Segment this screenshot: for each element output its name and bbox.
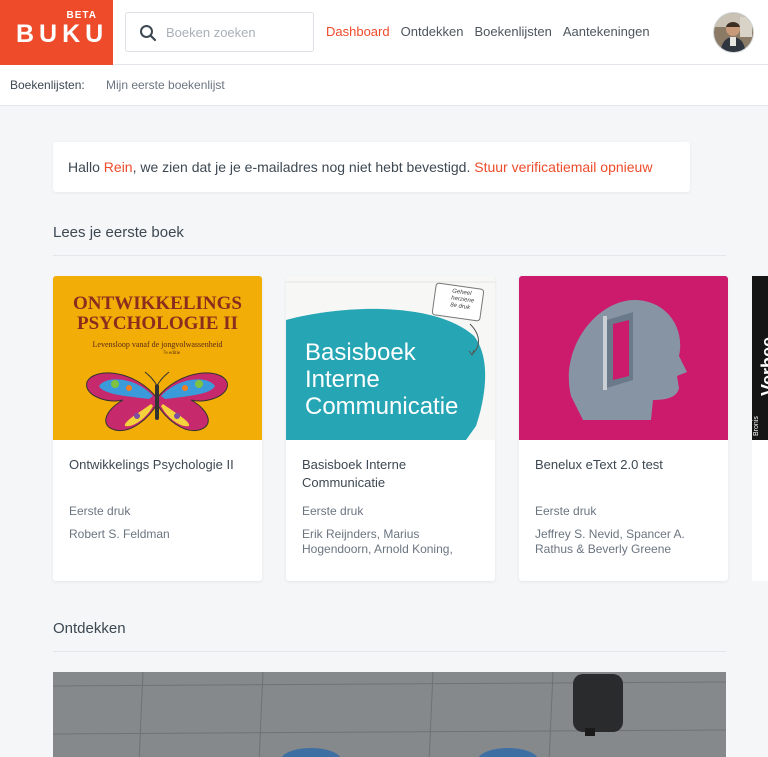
search-icon bbox=[140, 25, 157, 42]
head-silhouette-illustration bbox=[568, 299, 687, 420]
cover-title-line3: Communicatie bbox=[305, 393, 459, 420]
book-card[interactable]: ONTWIKKELINGS PSYCHOLOGIE II Levensloop … bbox=[53, 276, 262, 581]
nav-ontdekken[interactable]: Ontdekken bbox=[401, 24, 464, 39]
book-title: Benelux eText 2.0 test bbox=[535, 457, 663, 472]
cover-title-partial: Verbee bbox=[758, 336, 768, 396]
user-avatar[interactable] bbox=[713, 12, 754, 53]
book-card-partial[interactable]: Bronis Verbee bbox=[752, 276, 768, 581]
alert-message: , we zien dat je je e-mailadres nog niet… bbox=[132, 159, 475, 175]
banner-photo bbox=[53, 672, 726, 757]
search-box[interactable] bbox=[125, 12, 314, 52]
book-edition: Eerste druk bbox=[69, 504, 131, 518]
booklists-label: Boekenlijsten: bbox=[10, 78, 85, 92]
cover-title: ONTWIKKELINGS PSYCHOLOGIE II bbox=[53, 294, 262, 334]
alert-greeting: Hallo bbox=[68, 159, 104, 175]
email-verification-alert: Hallo Rein, we zien dat je je e-mailadre… bbox=[53, 142, 690, 192]
booklist-bar: Boekenlijsten: Mijn eerste boekenlijst bbox=[0, 65, 768, 106]
discover-banner-image[interactable] bbox=[53, 672, 726, 757]
buku-logo[interactable]: BETA BUKU bbox=[0, 0, 113, 65]
top-header: BETA BUKU Dashboard Ontdekken Boekenlijs… bbox=[0, 0, 768, 65]
book-title: Basisboek Interne Communicatie bbox=[302, 457, 407, 490]
book-title: Ontwikkelings Psychologie II bbox=[69, 457, 234, 472]
cover-title-line1: Basisboek bbox=[305, 339, 416, 366]
book-cover bbox=[519, 276, 728, 440]
book-edition: Eerste druk bbox=[535, 504, 597, 518]
book-card[interactable]: Geheel herziene 8e druk Basisboek Intern… bbox=[286, 276, 495, 581]
resend-verification-link[interactable]: Stuur verificatiemail opnieuw bbox=[474, 159, 652, 175]
cover-title: Basisboek Interne Communicatie bbox=[305, 339, 458, 420]
cover-author-partial: Bronis bbox=[753, 416, 760, 436]
book-authors: Jeffrey S. Nevid, Spancer A. Rathus & Be… bbox=[535, 527, 685, 556]
nav-dashboard[interactable]: Dashboard bbox=[326, 24, 390, 39]
book-authors: Erik Reijnders, Marius Hogendoorn, Arnol… bbox=[302, 527, 453, 556]
nav-aantekeningen[interactable]: Aantekeningen bbox=[563, 24, 650, 39]
cover-subtitle: Levensloop vanaf de jongvolwassenheid bbox=[92, 340, 223, 349]
cover-edition: 7e editie bbox=[163, 351, 181, 356]
book-authors: Robert S. Feldman bbox=[69, 527, 170, 541]
section-title-discover: Ontdekken bbox=[53, 620, 126, 637]
cover-title-line2: PSYCHOLOGIE II bbox=[76, 313, 238, 334]
book-card[interactable]: Benelux eText 2.0 test Eerste druk Jeffr… bbox=[519, 276, 728, 581]
section-divider bbox=[53, 651, 726, 652]
book-edition: Eerste druk bbox=[302, 504, 364, 518]
main-nav: Dashboard Ontdekken Boekenlijsten Aantek… bbox=[326, 24, 650, 39]
alert-user-name: Rein bbox=[103, 159, 133, 175]
cover-title-line1: ONTWIKKELINGS bbox=[73, 293, 242, 314]
search-input[interactable] bbox=[166, 21, 306, 43]
avatar-photo bbox=[714, 13, 753, 52]
booklist-link-first[interactable]: Mijn eerste boekenlijst bbox=[106, 78, 225, 92]
section-divider bbox=[53, 255, 726, 256]
logo-text: BUKU bbox=[16, 20, 109, 48]
book-cover: Geheel herziene 8e druk Basisboek Intern… bbox=[286, 276, 495, 440]
nav-boekenlijsten[interactable]: Boekenlijsten bbox=[474, 24, 551, 39]
section-title-first-book: Lees je eerste boek bbox=[53, 224, 184, 241]
cover-note: Geheel herziene 8e druk bbox=[450, 289, 476, 313]
cover-title-line2: Interne bbox=[305, 366, 380, 393]
book-cover: ONTWIKKELINGS PSYCHOLOGIE II Levensloop … bbox=[53, 276, 262, 440]
